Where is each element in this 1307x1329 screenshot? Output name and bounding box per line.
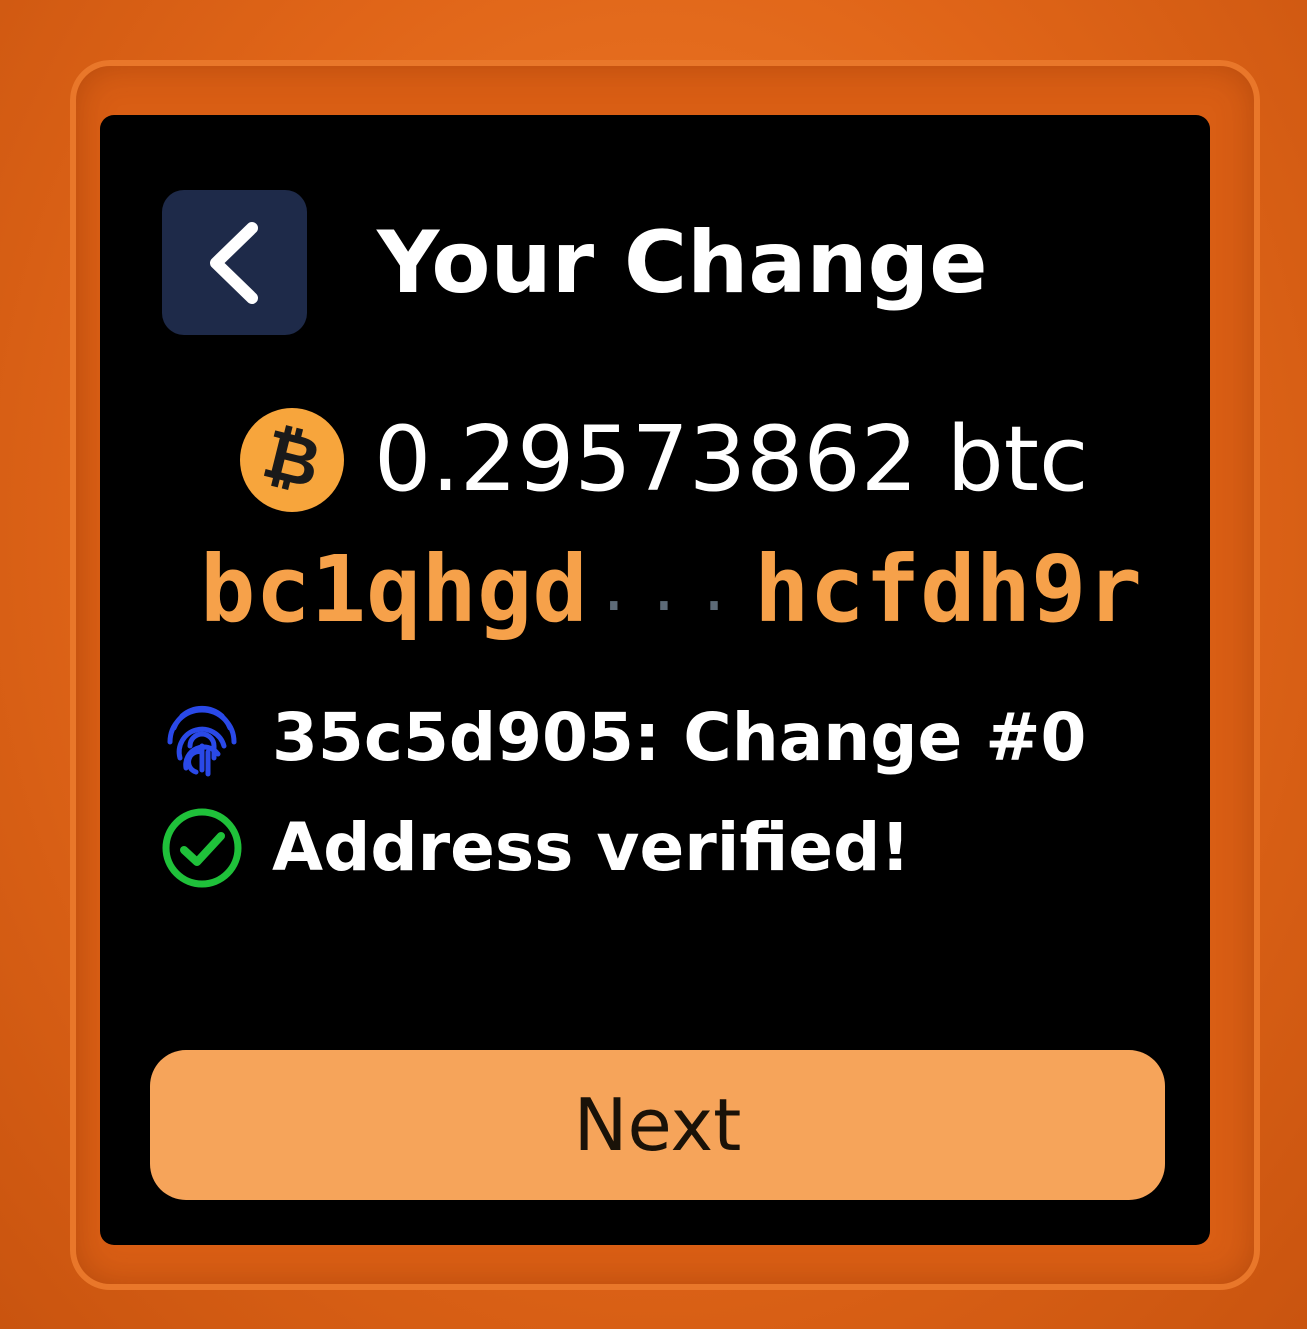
next-button[interactable]: Next xyxy=(150,1050,1165,1200)
device-screen: Your Change ₿ 0.29573862 btc bc1qhgd ...… xyxy=(100,115,1210,1245)
back-button[interactable] xyxy=(162,190,307,335)
header: Your Change xyxy=(162,190,1170,340)
chevron-left-icon xyxy=(200,218,270,308)
address-end: hcfdh9r xyxy=(754,536,1142,643)
amount-value: 0.29573862 btc xyxy=(374,407,1089,512)
check-circle-icon xyxy=(160,806,244,890)
change-address: bc1qhgd ... hcfdh9r xyxy=(200,525,1142,655)
wallet-row: 35c5d905: Change #0 xyxy=(160,693,1086,783)
address-ellipsis: ... xyxy=(595,555,747,625)
wallet-label: 35c5d905: Change #0 xyxy=(272,699,1087,776)
verified-row: Address verified! xyxy=(160,803,910,893)
amount-row: ₿ 0.29573862 btc xyxy=(240,400,1088,520)
page-title: Your Change xyxy=(377,213,988,313)
verified-status: Address verified! xyxy=(272,809,911,886)
device-case: Your Change ₿ 0.29573862 btc bc1qhgd ...… xyxy=(0,0,1307,1329)
bitcoin-icon: ₿ xyxy=(240,408,344,512)
address-start: bc1qhgd xyxy=(200,536,588,643)
fingerprint-icon xyxy=(160,696,244,780)
